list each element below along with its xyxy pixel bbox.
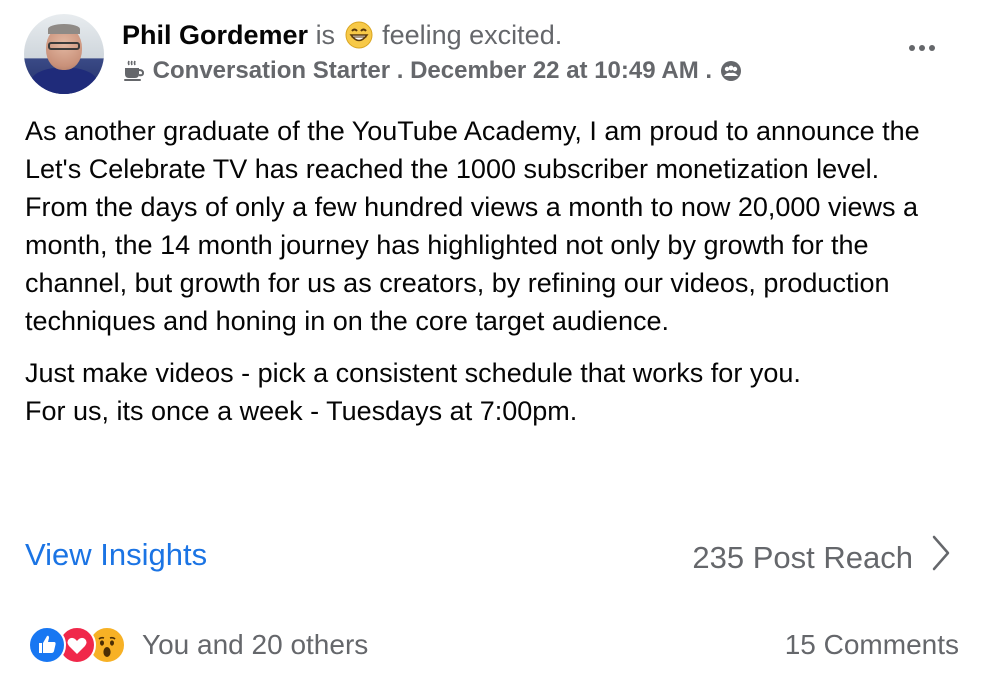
post-timestamp[interactable]: December 22 at 10:49 AM <box>410 57 699 84</box>
post-paragraph: Just make videos - pick a consistent sch… <box>25 358 801 388</box>
view-insights-link[interactable]: View Insights <box>25 535 207 575</box>
post-paragraph: For us, its once a week - Tuesdays at 7:… <box>25 396 578 426</box>
group-audience-icon[interactable] <box>719 58 743 90</box>
avatar-shirt <box>30 68 98 94</box>
chevron-right-icon <box>931 535 951 581</box>
more-options-icon[interactable] <box>902 36 942 60</box>
post-header: Phil Gordemer is feeling excited. <box>122 18 562 52</box>
author-name[interactable]: Phil Gordemer <box>122 20 308 50</box>
comments-count-link[interactable]: 15 Comments <box>785 626 959 664</box>
coffee-cup-icon <box>122 58 146 90</box>
badge-label[interactable]: Conversation Starter <box>153 57 390 84</box>
reactions-count-text: You and 20 others <box>142 629 369 660</box>
author-avatar[interactable] <box>24 14 104 94</box>
avatar-glasses <box>48 42 80 50</box>
feeling-text: feeling excited. <box>382 20 563 50</box>
grinning-face-emoji-icon <box>345 21 373 49</box>
is-text: is <box>315 20 336 50</box>
post-body: As another graduate of the YouTube Acade… <box>25 112 970 430</box>
separator: . <box>705 57 713 84</box>
separator: . <box>396 57 404 84</box>
post-paragraph: As another graduate of the YouTube Acade… <box>25 116 920 184</box>
post-subline: Conversation Starter . December 22 at 10… <box>122 56 743 90</box>
avatar-hair <box>48 24 80 34</box>
post-reach-button[interactable]: 235 Post Reach <box>692 535 951 581</box>
post-reach-label: 235 Post Reach <box>692 540 913 575</box>
post-paragraph: From the days of only a few hundred view… <box>25 192 918 336</box>
reactions-summary[interactable]: You and 20 others <box>28 626 368 664</box>
like-reaction-icon <box>28 626 66 664</box>
